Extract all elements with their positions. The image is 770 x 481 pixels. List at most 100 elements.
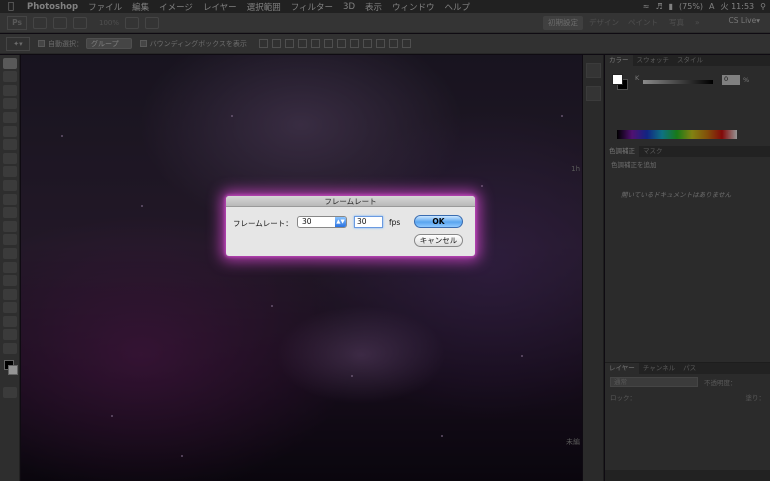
menu-3d[interactable]: 3D xyxy=(338,2,360,12)
k-value-field[interactable]: 0 xyxy=(722,75,740,85)
star xyxy=(351,375,353,377)
tab-adjustments[interactable]: 色調補正 xyxy=(605,146,639,157)
marquee-tool-icon[interactable] xyxy=(2,71,17,83)
dialog-title: フレームレート xyxy=(226,196,475,207)
tab-channels[interactable]: チャンネル xyxy=(639,363,679,374)
histogram-panel-icon[interactable] xyxy=(585,63,601,78)
auto-select-checkbox[interactable] xyxy=(38,40,45,47)
distribute-hcenter-icon[interactable] xyxy=(388,39,398,48)
blend-mode-dropdown[interactable]: 通常 xyxy=(610,376,698,387)
menu-select[interactable]: 選択範囲 xyxy=(242,1,286,13)
blur-tool-icon[interactable] xyxy=(2,220,17,232)
bounding-box-label: バウンディングボックスを表示 xyxy=(149,39,247,48)
gradient-tool-icon[interactable] xyxy=(2,207,17,219)
tab-masks[interactable]: マスク xyxy=(639,146,667,157)
ok-button[interactable]: OK xyxy=(414,215,463,228)
distribute-right-icon[interactable] xyxy=(401,39,411,48)
quick-selection-tool-icon[interactable] xyxy=(2,98,17,110)
fps-unit-label: fps xyxy=(389,218,401,227)
distribute-left-icon[interactable] xyxy=(375,39,385,48)
opacity-label: 不透明度： xyxy=(704,378,737,387)
hand-tool-icon[interactable] xyxy=(2,329,17,341)
screen-mode-icon[interactable] xyxy=(145,16,160,29)
eraser-tool-icon[interactable] xyxy=(2,193,17,205)
arrange-documents-icon[interactable] xyxy=(125,16,140,29)
tab-swatches[interactable]: スウォッチ xyxy=(633,55,674,66)
background-color-swatch[interactable] xyxy=(8,365,18,376)
align-bottom-icon[interactable] xyxy=(284,39,294,48)
tab-color[interactable]: カラー xyxy=(605,55,633,66)
mini-bridge-icon[interactable] xyxy=(53,16,67,29)
menu-window[interactable]: ウィンドウ xyxy=(387,1,440,13)
tab-layers[interactable]: レイヤー xyxy=(605,363,639,374)
lasso-tool-icon[interactable] xyxy=(2,84,17,96)
cancel-button[interactable]: キャンセル xyxy=(414,234,463,247)
cs-live-button[interactable]: CS Live▾ xyxy=(729,16,760,25)
3d-rotate-tool-icon[interactable] xyxy=(2,302,17,314)
tab-styles[interactable]: スタイル xyxy=(673,55,707,66)
distribute-bottom-icon[interactable] xyxy=(362,39,372,48)
star xyxy=(481,185,483,187)
history-brush-tool-icon[interactable] xyxy=(2,179,17,191)
crop-tool-icon[interactable] xyxy=(2,111,17,123)
panel-dock: カラー スウォッチ スタイル K 0 % 色調補正 マスク 色調補正を追加 開い… xyxy=(605,55,770,481)
zoom-tool-icon[interactable] xyxy=(2,343,17,355)
view-extras-icon[interactable] xyxy=(73,16,87,29)
type-tool-icon[interactable] xyxy=(2,261,17,273)
align-right-icon[interactable] xyxy=(323,39,333,48)
clone-stamp-tool-icon[interactable] xyxy=(2,166,17,178)
frame-rate-popup[interactable]: 30 ▲▼ xyxy=(297,216,347,228)
wifi-icon[interactable]: ≈ xyxy=(643,2,650,11)
k-slider[interactable] xyxy=(643,80,713,84)
shape-tool-icon[interactable] xyxy=(2,288,17,300)
zoom-level[interactable]: 100% xyxy=(99,19,119,27)
dodge-tool-icon[interactable] xyxy=(2,234,17,246)
path-selection-tool-icon[interactable] xyxy=(2,275,17,287)
history-panel-icon[interactable] xyxy=(585,86,601,101)
menu-image[interactable]: イメージ xyxy=(154,1,198,13)
menu-edit[interactable]: 編集 xyxy=(127,1,154,13)
distribute-vcenter-icon[interactable] xyxy=(349,39,359,48)
workspace-design[interactable]: デザイン xyxy=(584,16,624,30)
menu-bar:  Photoshop ファイル 編集 イメージ レイヤー 選択範囲 フィルター… xyxy=(0,0,770,13)
healing-brush-tool-icon[interactable] xyxy=(2,139,17,151)
k-label: K xyxy=(635,74,640,82)
color-ramp[interactable] xyxy=(617,130,737,139)
volume-icon[interactable]: ♬ xyxy=(655,2,662,11)
menu-layer[interactable]: レイヤー xyxy=(198,1,242,13)
menu-help[interactable]: ヘルプ xyxy=(440,1,476,13)
workspace-more[interactable]: » xyxy=(690,16,705,30)
align-vcenter-icon[interactable] xyxy=(271,39,281,48)
fps-input[interactable]: 30 xyxy=(354,216,383,228)
menu-file[interactable]: ファイル xyxy=(83,1,127,13)
bridge-icon[interactable] xyxy=(33,16,47,29)
workspace-photo[interactable]: 写真 xyxy=(664,16,689,30)
align-hcenter-icon[interactable] xyxy=(310,39,320,48)
3d-orbit-tool-icon[interactable] xyxy=(2,315,17,327)
color-fg-swatch[interactable] xyxy=(612,74,623,85)
input-method[interactable]: A xyxy=(709,2,714,11)
brush-tool-icon[interactable] xyxy=(2,152,17,164)
tab-paths[interactable]: パス xyxy=(679,363,700,374)
workspace-essentials[interactable]: 初期設定 xyxy=(543,16,583,30)
auto-select-dropdown[interactable]: グループ xyxy=(86,38,132,49)
app-menu[interactable]: Photoshop xyxy=(22,2,83,12)
menu-filter[interactable]: フィルター xyxy=(286,1,338,13)
bounding-box-checkbox[interactable] xyxy=(139,40,147,47)
spotlight-icon[interactable]: ⚲ xyxy=(760,2,766,11)
tool-preset-picker[interactable]: ✦▾ xyxy=(6,36,30,51)
align-left-icon[interactable] xyxy=(297,39,307,48)
eyedropper-tool-icon[interactable] xyxy=(2,125,17,137)
quick-mask-icon[interactable] xyxy=(2,386,17,398)
workspace-paint[interactable]: ペイント xyxy=(623,16,663,30)
battery-icon[interactable]: ▮ xyxy=(669,2,673,11)
move-tool-icon[interactable] xyxy=(2,57,17,69)
clock[interactable]: 火 11:53 xyxy=(721,1,755,12)
battery-percent[interactable]: (75%) xyxy=(679,2,703,11)
align-top-icon[interactable] xyxy=(258,39,268,48)
pen-tool-icon[interactable] xyxy=(2,247,17,259)
distribute-top-icon[interactable] xyxy=(336,39,346,48)
menu-view[interactable]: 表示 xyxy=(360,1,387,13)
star xyxy=(61,135,63,137)
apple-menu-icon[interactable]:  xyxy=(0,1,22,12)
